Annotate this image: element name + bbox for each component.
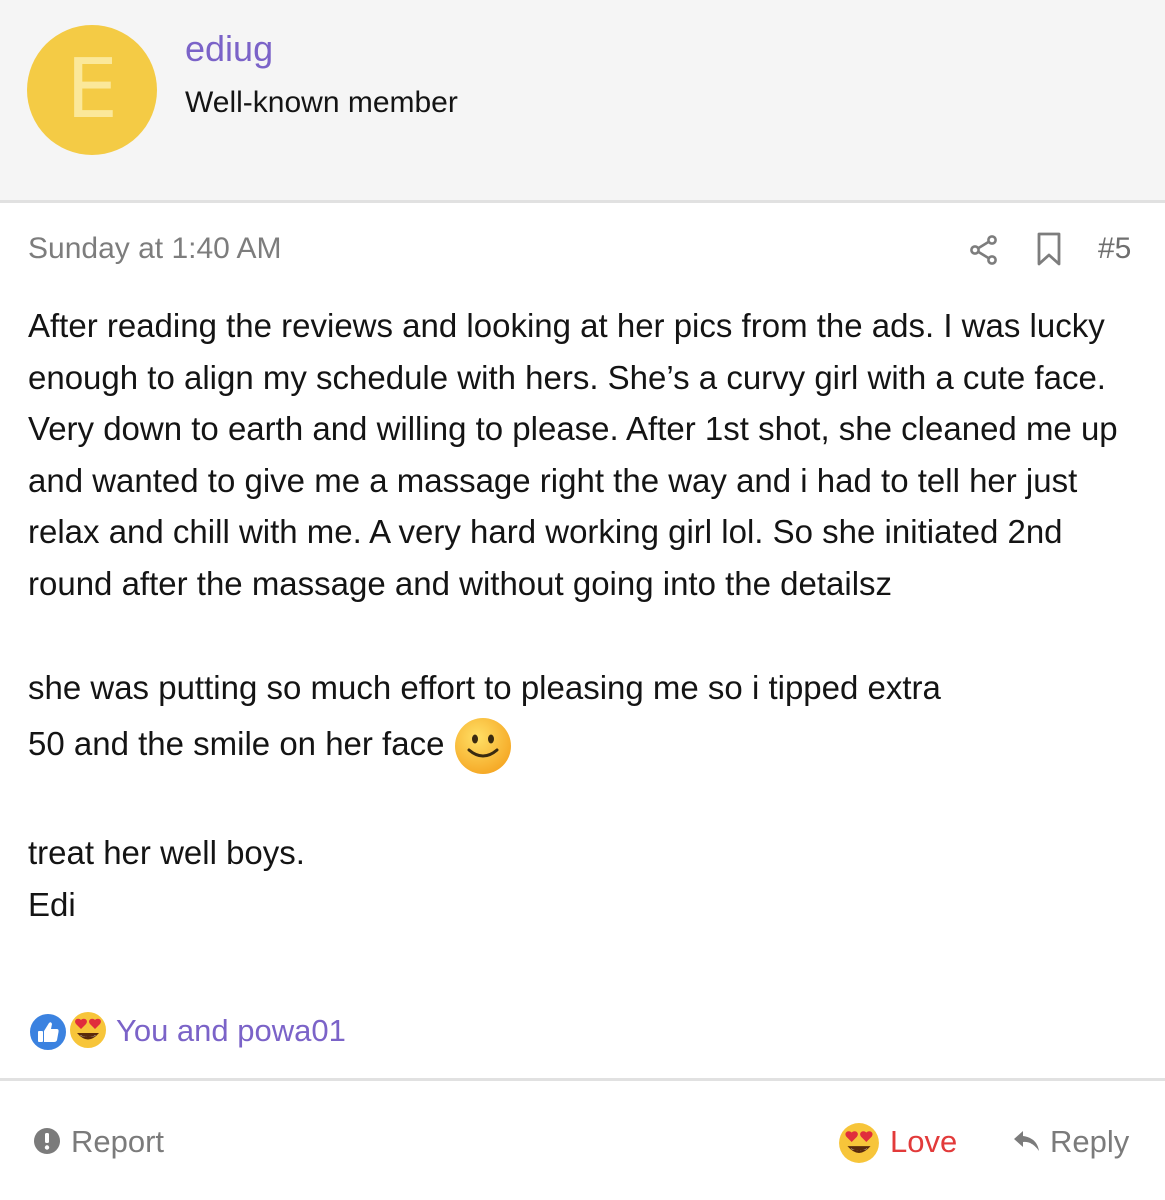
love-eyes-icon — [839, 1123, 879, 1163]
reply-arrow-icon — [1014, 1131, 1039, 1151]
smiley-emoji-icon — [455, 718, 512, 775]
like-icon — [28, 1012, 68, 1052]
username-link[interactable]: ediug — [185, 28, 273, 70]
love-label: Love — [890, 1124, 958, 1159]
reactions-summary-link[interactable]: You and powa01 — [116, 1013, 346, 1049]
post-text-span: 50 and the smile on her face — [28, 725, 445, 763]
user-title: Well-known member — [185, 86, 458, 119]
post-signature: Edi — [28, 886, 76, 924]
divider — [0, 1078, 1165, 1081]
post-date[interactable]: Sunday at 1:40 AM — [28, 232, 282, 266]
report-label: Report — [71, 1124, 165, 1159]
post-body: After reading the reviews and looking at… — [28, 300, 1143, 931]
bookmark-icon[interactable] — [1034, 232, 1064, 266]
love-eyes-icon — [68, 1010, 108, 1050]
reply-label: Reply — [1050, 1124, 1130, 1159]
post-paragraph: After reading the reviews and looking at… — [28, 307, 1118, 602]
post-paragraph-line: 50 and the smile on her face — [28, 713, 1143, 775]
post-paragraph-line: treat her well boys. — [28, 834, 305, 872]
post-number-link[interactable]: #5 — [1098, 232, 1131, 266]
avatar[interactable]: E — [27, 25, 157, 155]
alert-icon — [34, 1128, 60, 1154]
post-paragraph-line: she was putting so much effort to pleasi… — [28, 668, 941, 706]
share-icon[interactable] — [968, 234, 1000, 266]
post-author-header: E ediug Well-known member — [0, 0, 1165, 203]
